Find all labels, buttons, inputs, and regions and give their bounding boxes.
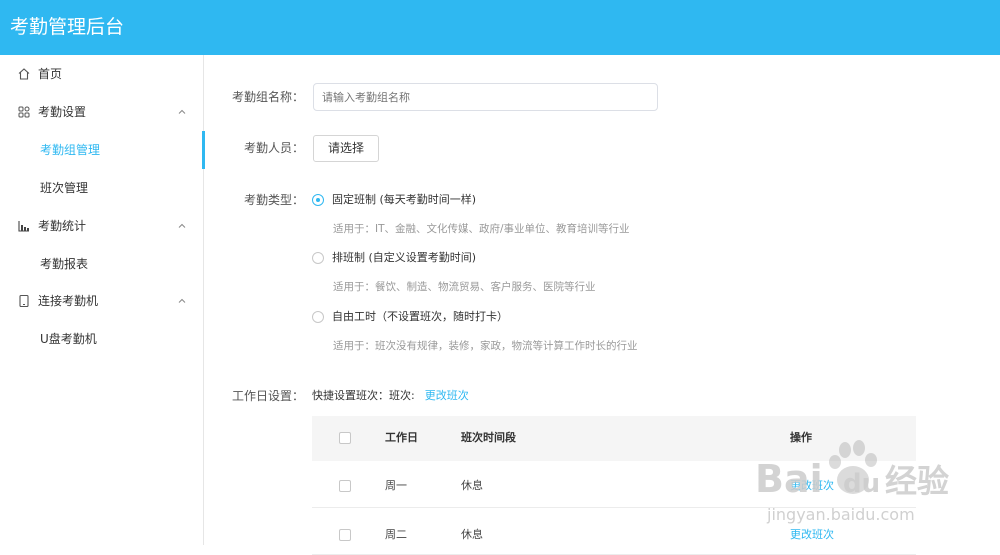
sidebar-item-attendance-settings[interactable]: 考勤设置 <box>0 93 204 131</box>
sidebar-item-label: 考勤设置 <box>38 105 87 119</box>
header-day: 工作日 <box>385 431 418 444</box>
row-checkbox[interactable] <box>339 529 351 541</box>
app-header: 考勤管理后台 <box>0 0 1000 55</box>
sidebar-item-label: 考勤报表 <box>40 257 89 271</box>
sidebar-item-connect-device[interactable]: 连接考勤机 <box>0 282 204 320</box>
app-title: 考勤管理后台 <box>10 16 125 38</box>
type-label: 考勤类型： <box>243 193 304 207</box>
change-shift-link[interactable]: 更改班次 <box>425 389 469 402</box>
sidebar-item-attendance-stats[interactable]: 考勤统计 <box>0 207 204 245</box>
radio-fixed[interactable] <box>312 194 324 206</box>
sidebar-item-label: 班次管理 <box>40 181 89 195</box>
grid-icon <box>18 106 30 118</box>
select-all-checkbox[interactable] <box>339 432 351 444</box>
group-name-input[interactable] <box>313 83 658 111</box>
row-period: 休息 <box>461 528 483 541</box>
type-option-hint: 适用于：IT、金融、文化传媒、政府/事业单位、教育培训等行业 <box>333 223 630 235</box>
type-option-shift[interactable]: 排班制 (自定义设置考勤时间) <box>312 249 476 267</box>
sidebar: 首页 考勤设置 考勤组管理 班次管理 考勤统计 考勤报表 连接考勤机 U盘考勤机 <box>0 55 205 545</box>
device-icon <box>19 294 29 308</box>
type-option-label: 固定班制 (每天考勤时间一样) <box>332 193 477 206</box>
members-label: 考勤人员： <box>243 141 304 155</box>
type-option-flexible[interactable]: 自由工时（不设置班次，随时打卡） <box>312 308 508 326</box>
home-icon <box>18 68 30 80</box>
sidebar-item-home[interactable]: 首页 <box>0 55 204 93</box>
type-option-hint: 适用于：班次没有规律，装修，家政，物流等计算工作时长的行业 <box>333 340 638 352</box>
row-change-shift-link[interactable]: 更改班次 <box>790 479 834 493</box>
sidebar-item-attendance-report[interactable]: 考勤报表 <box>0 245 204 283</box>
sidebar-item-label: 首页 <box>38 67 63 81</box>
workday-label: 工作日设置： <box>231 389 304 403</box>
bar-chart-icon <box>18 221 29 232</box>
type-option-hint: 适用于：餐饮、制造、物流贸易、客户服务、医院等行业 <box>333 281 596 293</box>
sidebar-item-label: 连接考勤机 <box>38 294 99 308</box>
header-action: 操作 <box>790 431 812 444</box>
group-name-label: 考勤组名称： <box>231 90 304 104</box>
header-period: 班次时间段 <box>461 431 516 444</box>
chevron-up-icon <box>178 223 186 228</box>
type-option-label: 排班制 (自定义设置考勤时间) <box>332 251 477 264</box>
row-day: 周一 <box>385 479 407 492</box>
radio-flexible[interactable] <box>312 311 324 323</box>
chevron-up-icon <box>178 298 186 303</box>
main-content: 考勤组名称： 考勤人员： 请选择 考勤类型： 固定班制 (每天考勤时间一样) 适… <box>204 55 1000 555</box>
select-members-button[interactable]: 请选择 <box>313 135 379 162</box>
sidebar-item-label: 考勤组管理 <box>40 143 101 157</box>
quick-shift-text: 快捷设置班次：班次: <box>312 389 415 402</box>
sidebar-item-shift-management[interactable]: 班次管理 <box>0 169 204 207</box>
table-header: 工作日 班次时间段 操作 <box>312 416 916 461</box>
chevron-up-icon <box>178 109 186 114</box>
row-change-shift-link[interactable]: 更改班次 <box>790 528 834 542</box>
quick-shift-setting: 快捷设置班次：班次: 更改班次 <box>312 388 469 404</box>
table-row: 周二 休息 更改班次 <box>312 508 916 555</box>
table-row: 周一 休息 更改班次 <box>312 461 916 508</box>
row-period: 休息 <box>461 479 483 492</box>
type-option-label: 自由工时（不设置班次，随时打卡） <box>332 310 508 323</box>
sidebar-item-label: 考勤统计 <box>38 219 87 233</box>
type-option-fixed[interactable]: 固定班制 (每天考勤时间一样) <box>312 191 476 209</box>
row-day: 周二 <box>385 528 407 541</box>
sidebar-item-label: U盘考勤机 <box>40 332 97 346</box>
sidebar-item-usb-device[interactable]: U盘考勤机 <box>0 320 204 358</box>
radio-shift[interactable] <box>312 252 324 264</box>
row-checkbox[interactable] <box>339 480 351 492</box>
sidebar-item-group-management[interactable]: 考勤组管理 <box>0 131 205 169</box>
